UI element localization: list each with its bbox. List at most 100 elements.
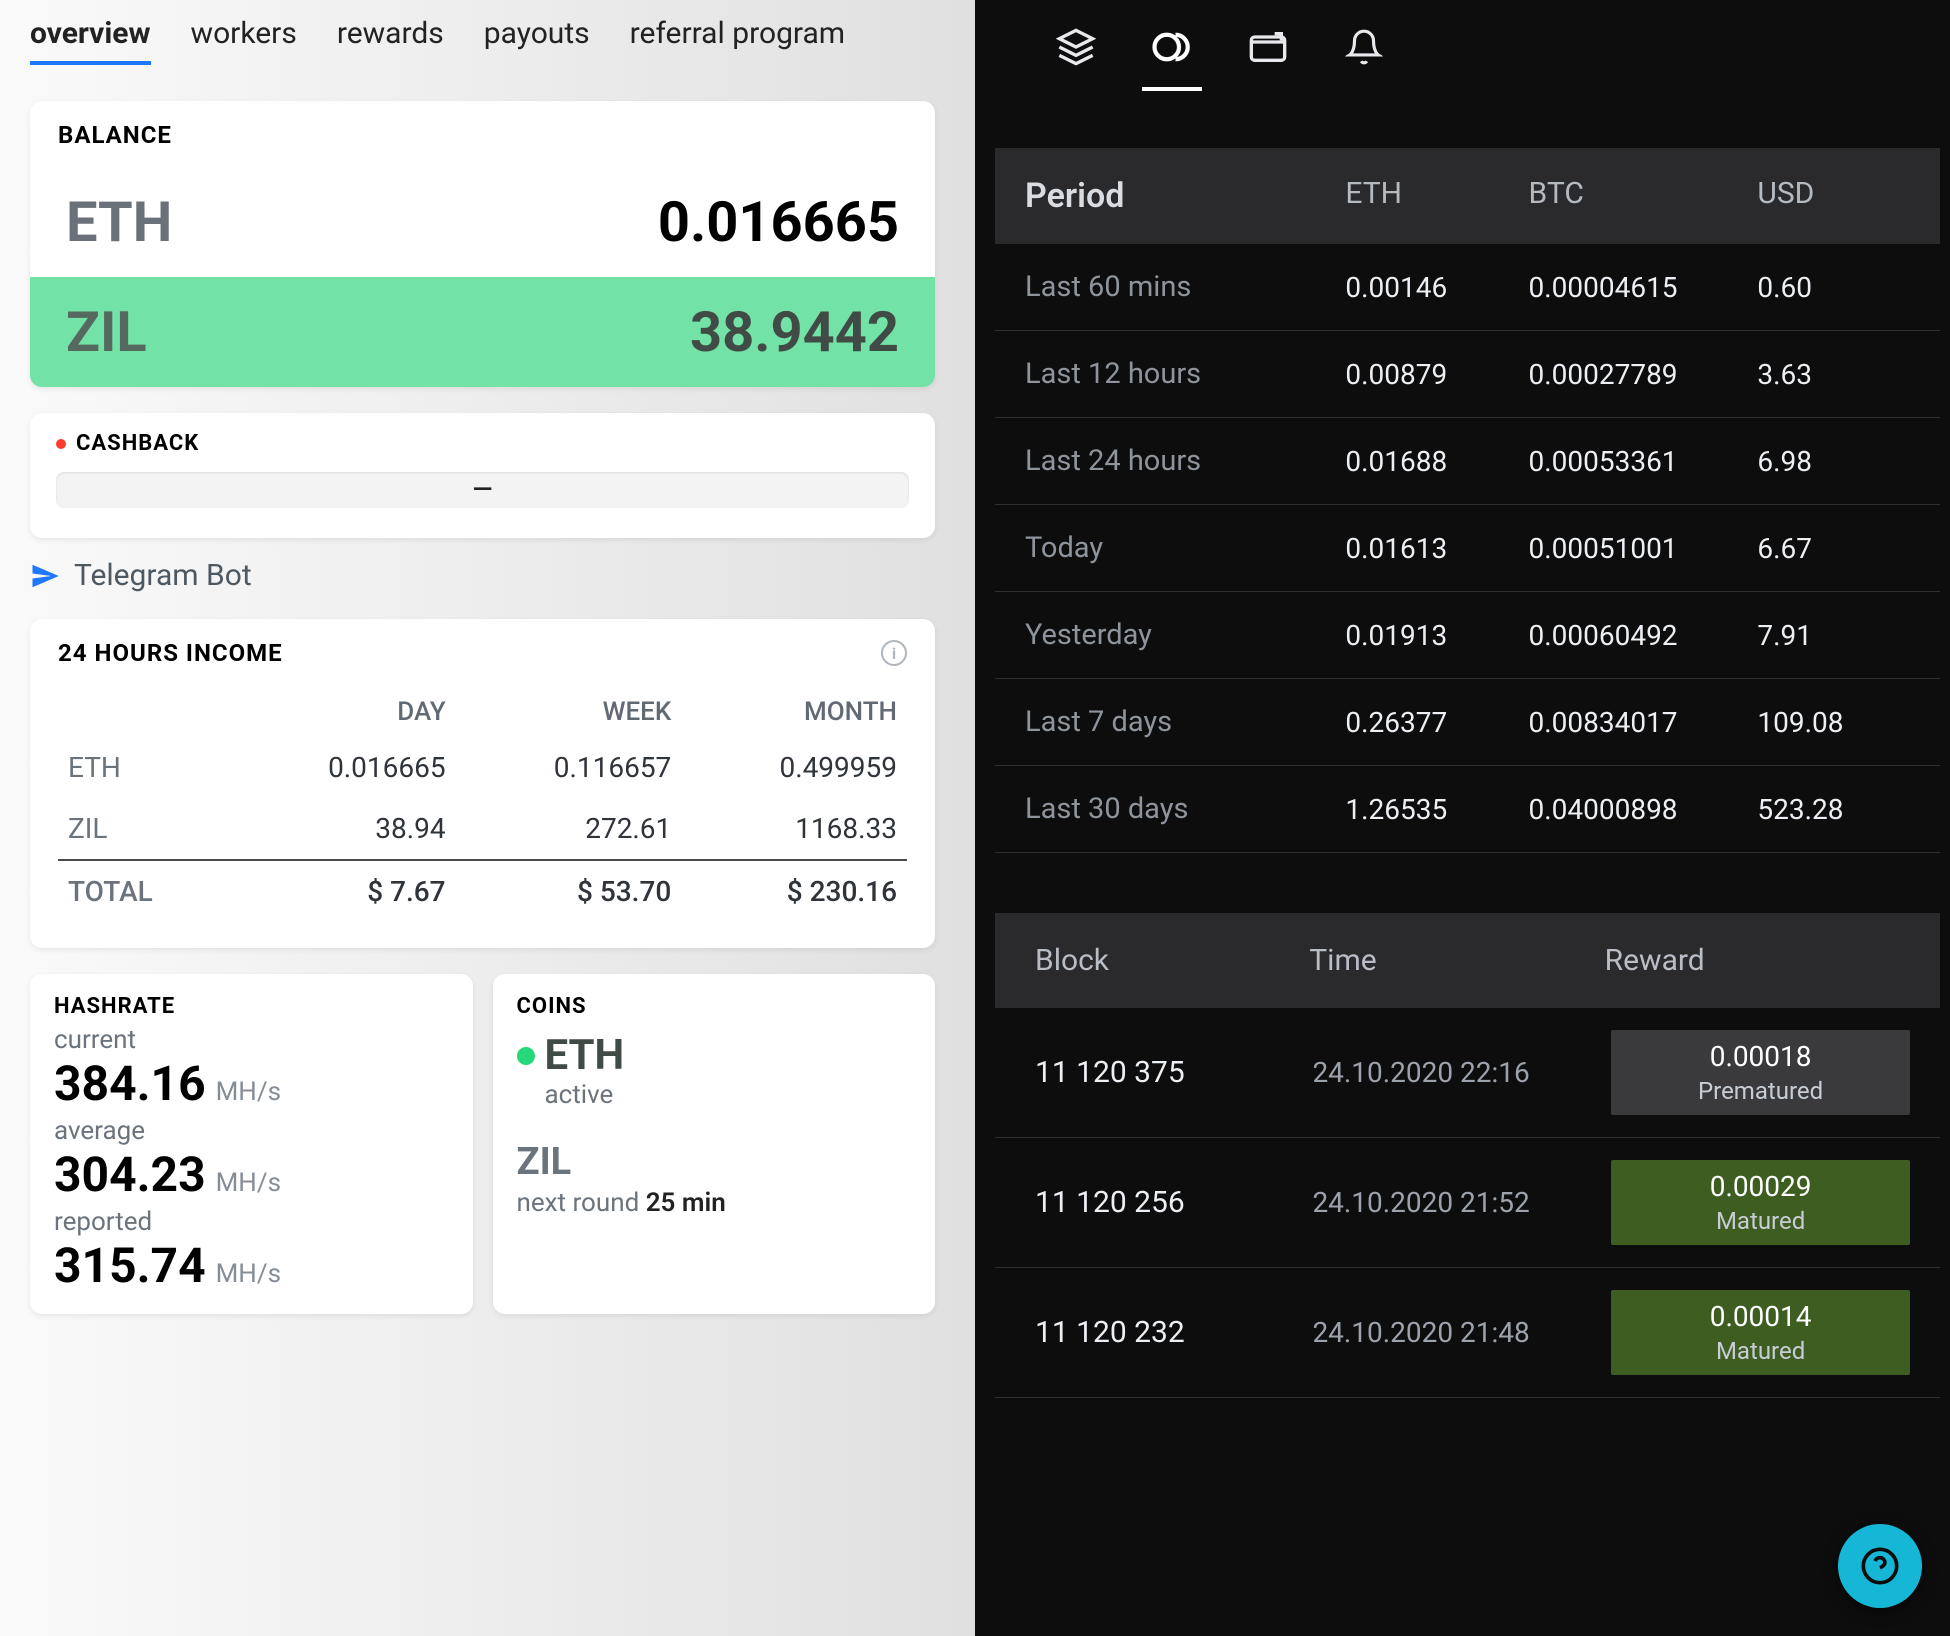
hashrate-unit: MH/s <box>216 1168 281 1198</box>
period-col-btc: BTC <box>1529 176 1758 216</box>
period-label: Last 24 hours <box>1025 444 1345 478</box>
income-row-zil: ZIL 38.94 272.61 1168.33 <box>58 798 907 860</box>
hashrate-current-label: current <box>54 1025 449 1055</box>
period-btc: 0.00053361 <box>1529 445 1758 478</box>
period-eth: 0.26377 <box>1345 706 1528 739</box>
block-row[interactable]: 11 120 37524.10.2020 22:160.00018Prematu… <box>995 1008 1940 1138</box>
tab-overview[interactable]: overview <box>30 16 151 65</box>
period-btc: 0.00834017 <box>1529 706 1758 739</box>
telegram-bot-link[interactable]: Telegram Bot <box>30 558 935 593</box>
block-time: 24.10.2020 21:48 <box>1312 1316 1611 1349</box>
hashrate-unit: MH/s <box>216 1077 281 1107</box>
block-row[interactable]: 11 120 23224.10.2020 21:480.00014 Matured <box>995 1268 1940 1398</box>
balance-card: BALANCE ETH 0.016665 ZIL 38.9442 <box>30 101 935 387</box>
period-col-label: Period <box>1025 176 1345 216</box>
hashrate-current-value: 384.16 <box>54 1055 206 1112</box>
status-dot-icon <box>517 1047 535 1065</box>
coins-overlap-icon[interactable] <box>1151 26 1193 68</box>
telegram-icon <box>30 561 60 591</box>
reward-status: Matured <box>1615 1207 1906 1235</box>
stats-dark-panel: Period ETH BTC USD Last 60 mins0.001460.… <box>975 0 1950 1636</box>
coin-secondary[interactable]: ZIL <box>517 1140 912 1184</box>
period-table-header: Period ETH BTC USD <box>995 148 1940 244</box>
hashrate-average-value: 304.23 <box>54 1146 206 1203</box>
period-label: Last 60 mins <box>1025 270 1345 304</box>
block-reward: 0.00014 Matured <box>1611 1290 1910 1375</box>
period-row[interactable]: Last 30 days1.265350.04000898523.28 <box>995 766 1940 853</box>
tab-workers[interactable]: workers <box>191 16 297 65</box>
blocks-table-header: Block Time Reward <box>995 913 1940 1008</box>
bell-icon[interactable] <box>1343 26 1385 68</box>
tab-bar: overview workers rewards payouts referra… <box>30 0 935 75</box>
block-reward: 0.00029 Matured <box>1611 1160 1910 1245</box>
period-row[interactable]: Yesterday0.019130.000604927.91 <box>995 592 1940 679</box>
tab-referral[interactable]: referral program <box>630 16 845 65</box>
period-row[interactable]: Today0.016130.000510016.67 <box>995 505 1940 592</box>
period-usd: 6.98 <box>1757 445 1910 478</box>
blocks-col-block: Block <box>1035 943 1309 978</box>
period-btc: 0.00051001 <box>1529 532 1758 565</box>
info-icon[interactable]: i <box>881 640 907 666</box>
balance-row-eth[interactable]: ETH 0.016665 <box>30 167 935 277</box>
layers-icon[interactable] <box>1055 26 1097 68</box>
period-eth: 0.01613 <box>1345 532 1528 565</box>
income-row-eth: ETH 0.016665 0.116657 0.499959 <box>58 737 907 798</box>
hashrate-card: HASHRATE current 384.16 MH/s average 304… <box>30 974 473 1314</box>
blocks-col-reward: Reward <box>1605 943 1900 978</box>
period-label: Last 30 days <box>1025 792 1345 826</box>
period-row[interactable]: Last 60 mins0.001460.000046150.60 <box>995 244 1940 331</box>
period-usd: 0.60 <box>1757 271 1910 304</box>
period-eth: 0.01688 <box>1345 445 1528 478</box>
period-col-usd: USD <box>1757 176 1910 216</box>
balance-symbol: ETH <box>66 189 172 255</box>
blocks-col-time: Time <box>1309 943 1604 978</box>
coin-primary[interactable]: ETH <box>517 1031 912 1080</box>
hashrate-reported-value: 315.74 <box>54 1237 206 1294</box>
income-card: 24 HOURS INCOME i DAY WEEK MONTH ETH 0.0… <box>30 619 935 948</box>
reward-value: 0.00014 <box>1615 1300 1906 1333</box>
reward-value: 0.00029 <box>1615 1170 1906 1203</box>
wallet-icon[interactable] <box>1247 26 1289 68</box>
reward-status: Prematured <box>1615 1077 1906 1105</box>
reward-status: Matured <box>1615 1337 1906 1365</box>
income-title: 24 HOURS INCOME <box>58 639 283 667</box>
hashrate-unit: MH/s <box>216 1259 281 1289</box>
period-label: Last 12 hours <box>1025 357 1345 391</box>
hashrate-average-label: average <box>54 1116 449 1146</box>
period-eth: 1.26535 <box>1345 793 1528 826</box>
period-btc: 0.00004615 <box>1529 271 1758 304</box>
cashback-value-bar: — <box>56 472 909 508</box>
period-row[interactable]: Last 7 days0.263770.00834017109.08 <box>995 679 1940 766</box>
balance-title: BALANCE <box>30 101 935 167</box>
period-eth: 0.00879 <box>1345 358 1528 391</box>
block-number: 11 120 375 <box>1035 1055 1312 1090</box>
period-label: Yesterday <box>1025 618 1345 652</box>
dark-topbar <box>975 0 1950 78</box>
hashrate-title: HASHRATE <box>54 994 449 1019</box>
period-row[interactable]: Last 12 hours0.008790.000277893.63 <box>995 331 1940 418</box>
income-table: DAY WEEK MONTH ETH 0.016665 0.116657 0.4… <box>58 683 907 922</box>
income-header-row: DAY WEEK MONTH <box>58 683 907 737</box>
period-btc: 0.04000898 <box>1529 793 1758 826</box>
coins-card: COINS ETH active ZIL next round 25 min <box>493 974 936 1314</box>
help-button[interactable] <box>1838 1524 1922 1608</box>
coin-secondary-symbol: ZIL <box>517 1140 572 1184</box>
period-row[interactable]: Last 24 hours0.016880.000533616.98 <box>995 418 1940 505</box>
balance-value: 0.016665 <box>658 189 899 255</box>
coin-primary-symbol: ETH <box>545 1031 625 1080</box>
period-col-eth: ETH <box>1345 176 1528 216</box>
income-row-total: TOTAL $ 7.67 $ 53.70 $ 230.16 <box>58 860 907 922</box>
tab-rewards[interactable]: rewards <box>337 16 444 65</box>
hashrate-reported-label: reported <box>54 1207 449 1237</box>
block-row[interactable]: 11 120 25624.10.2020 21:520.00029Matured <box>995 1138 1940 1268</box>
cashback-card: CASHBACK — <box>30 413 935 538</box>
block-number: 11 120 232 <box>1035 1315 1312 1350</box>
coin-primary-status: active <box>545 1080 912 1110</box>
balance-row-zil[interactable]: ZIL 38.9442 <box>30 277 935 387</box>
coins-title: COINS <box>517 994 912 1019</box>
period-eth: 0.00146 <box>1345 271 1528 304</box>
tab-payouts[interactable]: payouts <box>484 16 590 65</box>
cashback-title: CASHBACK <box>76 431 199 456</box>
block-reward: 0.00018Prematured <box>1611 1030 1910 1115</box>
help-icon <box>1860 1546 1900 1586</box>
